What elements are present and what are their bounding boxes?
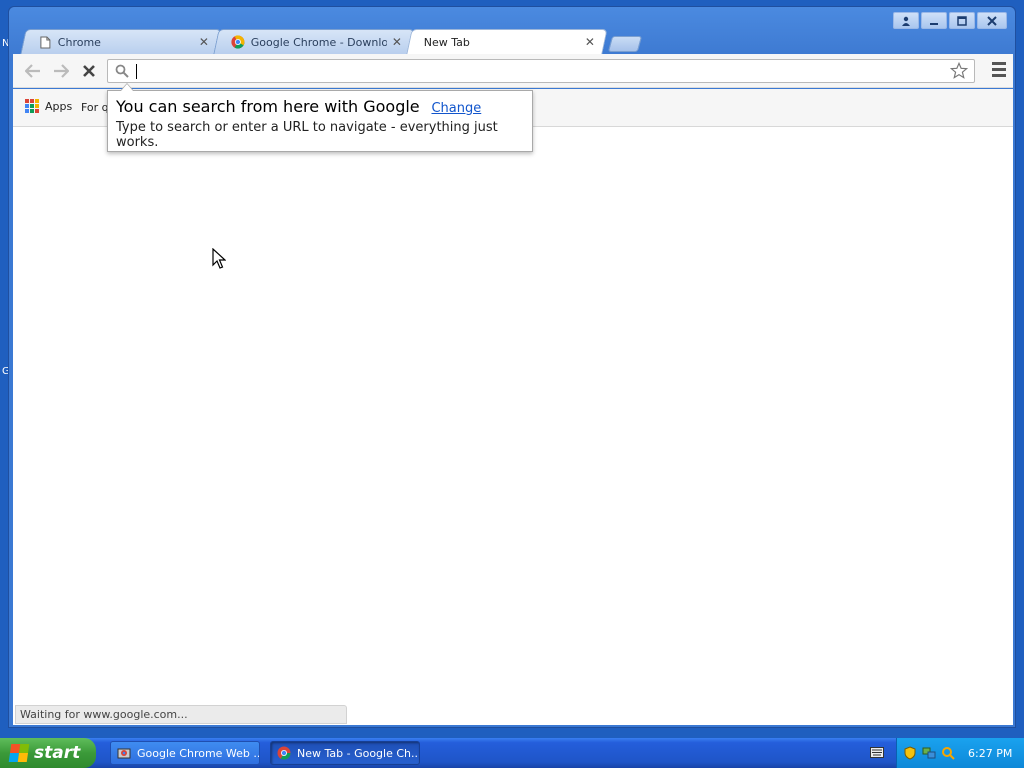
system-tray: 6:27 PM (896, 738, 1024, 768)
taskbar-item-label: New Tab - Google Ch... (297, 746, 420, 760)
forward-button[interactable] (49, 60, 73, 82)
minimize-icon (930, 22, 938, 25)
search-icon (115, 64, 129, 78)
apps-label: Apps (45, 99, 73, 113)
page-content (13, 127, 1013, 725)
taskbar-item-chrome-web[interactable]: Google Chrome Web ... (110, 741, 260, 765)
apps-bookmark[interactable]: Apps (25, 99, 72, 113)
change-search-link[interactable]: Change (431, 101, 481, 116)
security-shield-icon[interactable] (903, 746, 917, 760)
close-window-button[interactable] (977, 12, 1007, 29)
toolbar (13, 54, 1013, 88)
bookmark-star-icon[interactable] (950, 62, 968, 80)
mouse-cursor-icon (212, 248, 226, 269)
bubble-arrow (120, 83, 134, 91)
stop-x-icon (83, 65, 95, 77)
taskbar-item-new-tab[interactable]: New Tab - Google Ch... (270, 741, 420, 765)
new-tab-button[interactable] (607, 36, 643, 52)
stop-button[interactable] (77, 60, 101, 82)
status-bubble: Waiting for www.google.com... (15, 705, 347, 724)
windows-flag-icon (8, 744, 30, 762)
tab-new-tab[interactable]: New Tab ✕ (406, 29, 608, 54)
taskbar: start Google Chrome Web ... New Tab - Go… (0, 738, 1024, 768)
network-icon[interactable] (922, 746, 936, 760)
apps-grid-icon (25, 99, 39, 113)
tab-close-icon[interactable]: ✕ (391, 35, 403, 49)
text-caret (136, 64, 137, 79)
hamburger-menu-icon-bar (992, 68, 1006, 71)
chrome-menu-button[interactable] (989, 62, 1009, 80)
close-icon (987, 15, 997, 26)
tab-close-icon[interactable]: ✕ (198, 35, 210, 49)
tab-title: Chrome (57, 35, 102, 49)
back-arrow-icon (25, 64, 40, 78)
chrome-window: Chrome ✕ Google Chrome - Download t ✕ Ne… (8, 6, 1016, 728)
tab-close-icon[interactable]: ✕ (584, 35, 596, 49)
omnibox[interactable] (107, 59, 975, 83)
hamburger-menu-icon (992, 62, 1006, 65)
forward-arrow-icon (54, 64, 69, 78)
chrome-icon (277, 746, 291, 760)
chrome-icon (231, 35, 245, 49)
window-controls (893, 12, 1007, 29)
keyboard-icon[interactable] (870, 747, 884, 758)
user-profile-button[interactable] (893, 12, 919, 29)
tab-chrome[interactable]: Chrome ✕ (20, 29, 222, 54)
installer-icon (117, 748, 131, 759)
search-info-bubble: You can search from here with Google Cha… (107, 83, 533, 152)
bubble-subtitle: Type to search or enter a URL to navigat… (116, 120, 498, 150)
clock[interactable]: 6:27 PM (968, 747, 1012, 760)
taskbar-item-label: Google Chrome Web ... (137, 746, 260, 760)
user-icon (902, 16, 910, 26)
tab-title: Google Chrome - Download t (250, 35, 387, 49)
hamburger-menu-icon-bar (992, 74, 1006, 77)
page-icon (38, 35, 52, 49)
omnibox-input[interactable] (132, 62, 932, 80)
tab-strip: Chrome ✕ Google Chrome - Download t ✕ Ne… (20, 29, 643, 54)
tab-title: New Tab (423, 35, 471, 49)
minimize-button[interactable] (921, 12, 947, 29)
start-label: start (34, 743, 81, 763)
back-button[interactable] (21, 60, 45, 82)
maximize-button[interactable] (949, 12, 975, 29)
start-button[interactable]: start (0, 738, 96, 768)
search-icon[interactable] (941, 746, 955, 760)
tab-google-chrome-download[interactable]: Google Chrome - Download t ✕ (213, 29, 415, 54)
maximize-icon (957, 15, 967, 26)
bubble-title: You can search from here with Google (116, 97, 420, 116)
